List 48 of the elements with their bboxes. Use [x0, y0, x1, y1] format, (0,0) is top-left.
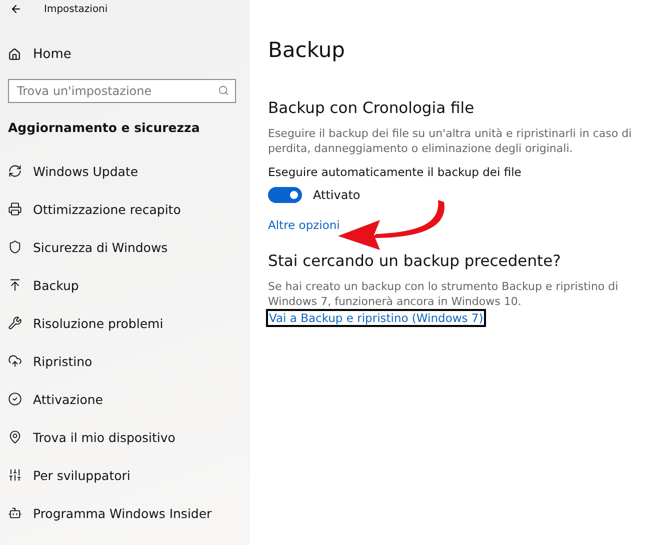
sidebar-item-label: Risoluzione problemi — [33, 316, 164, 330]
sidebar-item[interactable]: Sicurezza di Windows — [8, 237, 250, 257]
sliders-icon — [8, 468, 22, 482]
sidebar-item[interactable]: Windows Update — [8, 161, 250, 181]
section-heading: Aggiornamento e sicurezza — [8, 120, 201, 135]
description-text: Eseguire il backup dei file su un'altra unità e ripristinarli in caso di perdita, danneggiamento o eliminazione degli originali. — [268, 126, 633, 156]
window-title: Impostazioni — [44, 4, 108, 14]
toggle-state-text: Attivato — [313, 188, 360, 202]
upload-icon — [8, 278, 22, 292]
printer-icon — [8, 202, 22, 216]
home-label: Home — [33, 46, 72, 62]
page-title: Backup — [268, 38, 346, 62]
description-text: Se hai creato un backup con lo strumento Backup e ripristino di Windows 7, funzionerà ancora in Windows 10. — [268, 279, 620, 309]
pin-icon — [8, 430, 22, 444]
more-options-link[interactable]: Altre opzioni — [268, 218, 340, 232]
sidebar-item[interactable]: Ottimizzazione recapito — [8, 199, 250, 219]
sidebar-item[interactable]: Risoluzione problemi — [8, 313, 250, 333]
wrench-icon — [8, 316, 22, 330]
sidebar-item-label: Windows Update — [33, 164, 138, 178]
sidebar-item-label: Ottimizzazione recapito — [33, 202, 181, 216]
home-icon — [8, 48, 21, 60]
sidebar-item-label: Ripristino — [33, 354, 92, 368]
search-icon — [218, 85, 229, 96]
check-circle-icon — [8, 392, 22, 406]
refresh-icon — [8, 164, 22, 178]
restore-link[interactable]: Vai a Backup e ripristino (Windows 7) — [266, 309, 486, 327]
sidebar-item-label: Backup — [33, 278, 79, 292]
sidebar-item-label: Attivazione — [33, 392, 103, 406]
section-heading: Backup con Cronologia file — [268, 99, 476, 117]
sidebar-item[interactable]: Ripristino — [8, 351, 250, 371]
sidebar-item[interactable]: Programma Windows Insider — [8, 503, 250, 523]
search-field[interactable]: Trova un'impostazione — [8, 79, 236, 103]
sidebar-item-label: Per sviluppatori — [33, 468, 130, 482]
toggle-switch[interactable] — [268, 187, 302, 203]
sidebar-item[interactable]: Backup — [8, 275, 250, 295]
sidebar-item-label: Sicurezza di Windows — [33, 240, 168, 254]
toggle-label: Eseguire automaticamente il backup dei file — [268, 165, 522, 179]
section-heading: Stai cercando un backup precedente? — [268, 252, 562, 270]
back-icon[interactable] — [10, 3, 22, 15]
shield-icon — [8, 240, 22, 254]
sidebar-item[interactable]: Attivazione — [8, 389, 250, 409]
robot-icon — [8, 506, 22, 520]
sidebar-item-label: Trova il mio dispositivo — [33, 430, 176, 444]
sidebar-item[interactable]: Trova il mio dispositivo — [8, 427, 250, 447]
sidebar-item[interactable]: Per sviluppatori — [8, 465, 250, 485]
cloud-icon — [8, 354, 22, 368]
home-link[interactable]: Home — [8, 44, 250, 64]
sidebar-item-label: Programma Windows Insider — [33, 506, 212, 520]
